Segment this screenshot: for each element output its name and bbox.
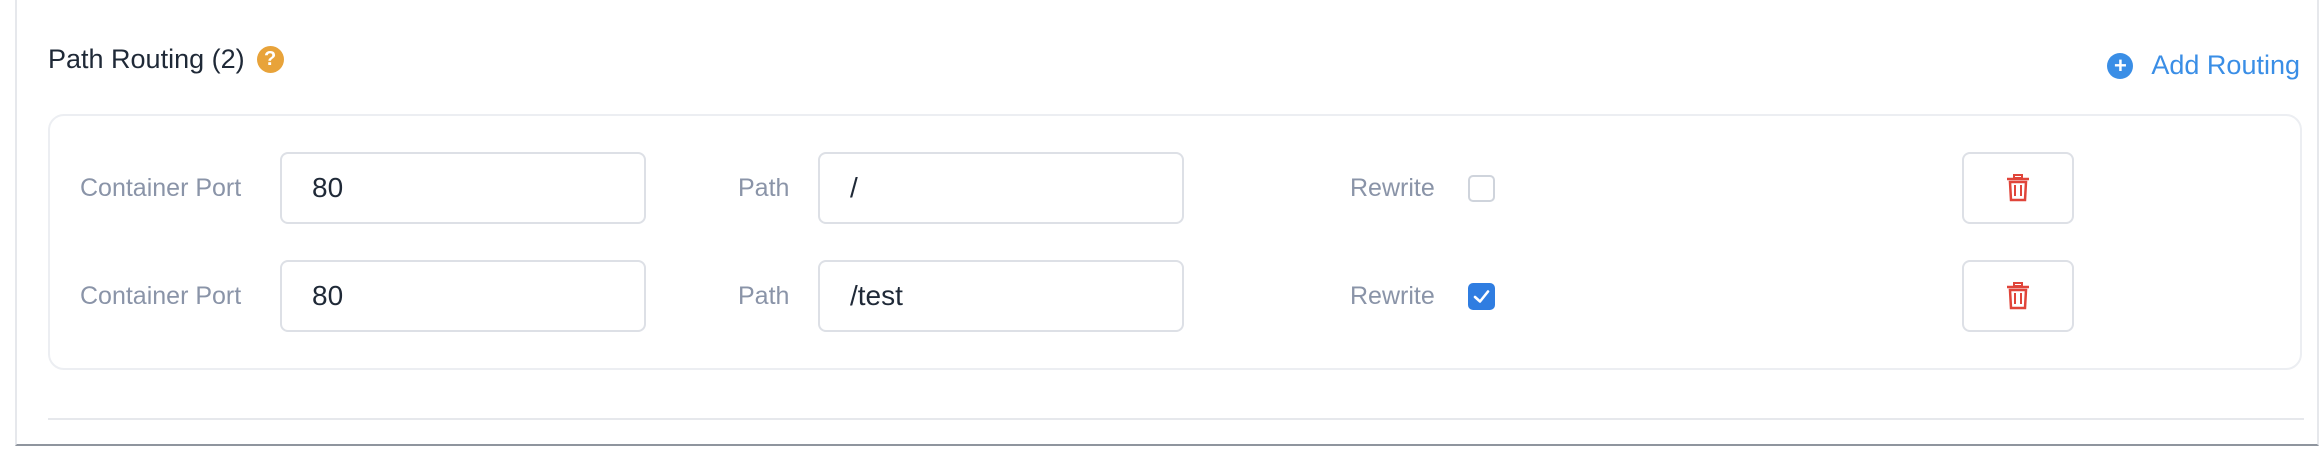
plus-circle-icon: + <box>2107 52 2134 79</box>
container-port-label: Container Port <box>80 174 242 202</box>
add-routing-label: Add Routing <box>2151 50 2300 80</box>
add-routing-button[interactable]: + Add Routing <box>2107 50 2300 81</box>
rewrite-label: Rewrite <box>1350 174 1435 202</box>
delete-route-button[interactable] <box>1962 152 2074 224</box>
rewrite-label: Rewrite <box>1350 282 1435 310</box>
trash-icon <box>2007 174 2029 202</box>
routes-container: Container Port 80 Path / Rewrite Contain… <box>48 114 2302 370</box>
checkmark-icon <box>1473 290 1490 303</box>
container-port-input[interactable]: 80 <box>280 152 646 224</box>
section-header: Path Routing (2) ? <box>48 42 284 76</box>
delete-route-button[interactable] <box>1962 260 2074 332</box>
route-row: Container Port 80 Path / Rewrite <box>50 152 2300 224</box>
rewrite-checkbox[interactable] <box>1468 175 1495 202</box>
section-title: Path Routing (2) <box>48 43 245 74</box>
question-icon[interactable]: ? <box>256 45 284 73</box>
rewrite-checkbox[interactable] <box>1468 283 1495 310</box>
path-input[interactable]: /test <box>818 260 1184 332</box>
container-port-label: Container Port <box>80 282 242 310</box>
path-input[interactable]: / <box>818 152 1184 224</box>
route-row: Container Port 80 Path /test Rewrite <box>50 260 2300 332</box>
trash-icon <box>2007 282 2029 310</box>
path-label: Path <box>738 282 790 310</box>
container-port-input[interactable]: 80 <box>280 260 646 332</box>
divider <box>48 418 2304 420</box>
path-label: Path <box>738 174 790 202</box>
